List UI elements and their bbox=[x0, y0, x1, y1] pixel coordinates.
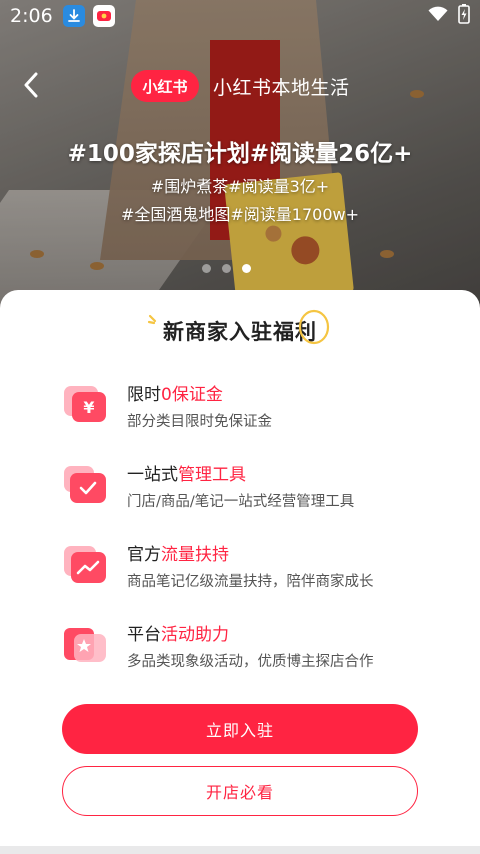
carousel-dot[interactable] bbox=[222, 264, 231, 273]
benefit-title: 限时0保证金 bbox=[127, 385, 223, 405]
benefit-title: 一站式管理工具 bbox=[127, 465, 246, 485]
carousel-dot[interactable] bbox=[202, 264, 211, 273]
hero-subline-2: #全国酒鬼地图#阅读量1700w+ bbox=[120, 205, 360, 224]
back-button[interactable] bbox=[16, 70, 46, 104]
xiaohongshu-logo: 小红书 bbox=[131, 70, 199, 102]
xiaohongshu-app-icon bbox=[92, 5, 115, 27]
check-folder-icon bbox=[62, 462, 108, 508]
battery-icon bbox=[458, 4, 470, 28]
benefit-item-activity: 平台活动助力 多品类现象级活动，优质博主探店合作 bbox=[62, 620, 462, 680]
carousel-dot-active[interactable] bbox=[242, 264, 251, 273]
benefit-item-traffic: 官方流量扶持 商品笔记亿级流量扶持，陪伴商家成长 bbox=[62, 540, 462, 600]
svg-text:¥: ¥ bbox=[83, 398, 94, 417]
status-bar: 2:06 bbox=[0, 0, 480, 32]
benefits-sheet: 新商家入驻福利 ¥ 限时0保证金 部分类目限时免保证金 一站式管理工具 门店/商… bbox=[0, 290, 480, 854]
page-title: 小红书本地生活 bbox=[213, 76, 350, 99]
carousel-indicator bbox=[202, 264, 251, 273]
hero-subline-1: #围炉煮茶#阅读量3亿+ bbox=[150, 177, 330, 196]
benefit-title: 官方流量扶持 bbox=[127, 545, 229, 565]
wifi-icon bbox=[428, 6, 448, 26]
sheet-title-text: 新商家入驻福利 bbox=[163, 320, 317, 344]
status-time: 2:06 bbox=[10, 5, 53, 27]
benefit-desc: 多品类现象级活动，优质博主探店合作 bbox=[127, 654, 374, 670]
sparkle-icon bbox=[147, 310, 163, 334]
bottom-divider bbox=[0, 846, 480, 854]
join-now-button[interactable]: 立即入驻 bbox=[62, 704, 418, 754]
benefit-desc: 商品笔记亿级流量扶持，陪伴商家成长 bbox=[127, 574, 374, 590]
trend-chart-icon bbox=[62, 542, 108, 588]
yen-card-icon: ¥ bbox=[62, 382, 108, 428]
sheet-title: 新商家入驻福利 bbox=[147, 309, 330, 346]
circle-highlight-icon bbox=[297, 308, 331, 351]
star-flag-icon bbox=[62, 622, 108, 668]
benefit-item-deposit: ¥ 限时0保证金 部分类目限时免保证金 bbox=[62, 380, 462, 440]
store-guide-button[interactable]: 开店必看 bbox=[62, 766, 418, 816]
benefit-title: 平台活动助力 bbox=[127, 625, 229, 645]
benefit-desc: 门店/商品/笔记一站式经营管理工具 bbox=[127, 494, 355, 510]
download-icon bbox=[62, 5, 85, 27]
hero-headline: #100家探店计划#阅读量26亿+ bbox=[67, 141, 413, 167]
sheet-title-wrap: 新商家入驻福利 bbox=[0, 309, 480, 346]
chevron-left-icon bbox=[23, 72, 39, 102]
benefit-desc: 部分类目限时免保证金 bbox=[127, 414, 272, 430]
benefit-item-tools: 一站式管理工具 门店/商品/笔记一站式经营管理工具 bbox=[62, 460, 462, 520]
brand-header: 小红书 小红书本地生活 bbox=[131, 70, 350, 102]
